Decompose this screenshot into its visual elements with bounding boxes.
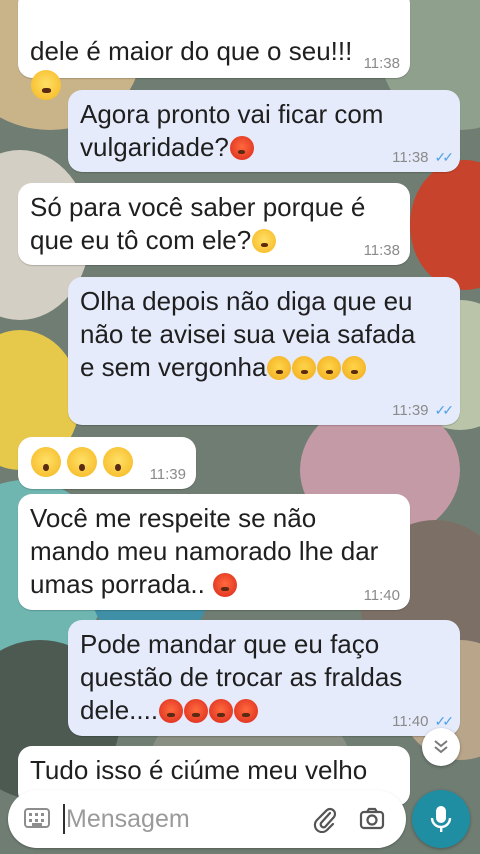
smirking-face-icon xyxy=(252,229,277,253)
message-incoming[interactable]: Só para você saber porque é que eu tô co… xyxy=(18,183,410,265)
angry-face-icon xyxy=(234,699,259,723)
message-text: Você me respeite se não mando meu namora… xyxy=(30,503,379,599)
steam-face-icon xyxy=(342,356,367,380)
read-receipt-icon: ✓✓ xyxy=(434,402,455,418)
message-meta: 11:39 ✓✓ xyxy=(392,402,455,419)
double-chevron-down-icon xyxy=(434,740,448,754)
message-meta: 11:38 ✓✓ xyxy=(392,149,455,166)
steam-face-icon xyxy=(292,356,317,380)
message-meta: 11:39 xyxy=(150,466,186,483)
angry-face-icon xyxy=(213,573,238,597)
message-incoming[interactable]: 11:39 xyxy=(18,437,196,489)
steam-face-icon xyxy=(317,356,342,380)
message-input[interactable]: Mensagem xyxy=(66,805,190,834)
message-time: 11:38 xyxy=(363,242,400,259)
message-text: Olha depois não diga que eu não te avise… xyxy=(80,286,416,382)
text-cursor xyxy=(63,804,65,834)
message-time: 11:39 xyxy=(149,466,186,483)
voice-record-button[interactable] xyxy=(412,790,470,848)
message-meta: 11:38 xyxy=(364,55,400,72)
astonished-face-icon xyxy=(31,447,61,477)
keyboard-icon[interactable] xyxy=(24,808,50,828)
astonished-face-icon xyxy=(103,447,134,477)
scroll-to-bottom-button[interactable] xyxy=(422,728,460,766)
angry-face-icon xyxy=(159,699,184,723)
steam-face-icon xyxy=(267,356,292,380)
grinning-face-icon xyxy=(31,70,61,100)
message-outgoing[interactable]: Pode mandar que eu faço questão de troca… xyxy=(68,620,460,736)
message-text: dele é maior do que o seu!!! xyxy=(30,36,353,66)
message-time: 11:40 xyxy=(363,587,400,604)
message-time: 11:38 xyxy=(392,149,429,166)
angry-face-icon xyxy=(209,699,234,723)
read-receipt-icon: ✓✓ xyxy=(434,149,455,165)
message-time: 11:38 xyxy=(363,55,400,72)
message-meta: 11:38 xyxy=(364,242,400,259)
message-time: 11:39 xyxy=(392,402,429,419)
message-composer[interactable]: Mensagem xyxy=(8,790,406,848)
message-time: 11:40 xyxy=(392,713,429,730)
message-meta: 11:40 xyxy=(364,587,400,604)
message-incoming[interactable]: dele é maior do que o seu!!! 11:38 xyxy=(18,0,410,100)
message-text: Tudo isso é ciúme meu velho xyxy=(30,755,368,785)
angry-face-icon xyxy=(184,699,209,723)
astonished-face-icon xyxy=(67,447,98,477)
message-list[interactable]: dele é maior do que o seu!!! 11:38 Agora… xyxy=(0,0,480,854)
paperclip-icon[interactable] xyxy=(312,805,338,833)
microphone-icon xyxy=(430,806,452,832)
message-incoming[interactable]: Você me respeite se não mando meu namora… xyxy=(18,494,410,610)
message-outgoing[interactable]: Agora pronto vai ficar com vulgaridade? … xyxy=(68,90,460,172)
camera-icon[interactable] xyxy=(358,805,386,833)
message-outgoing[interactable]: Olha depois não diga que eu não te avise… xyxy=(68,277,460,425)
angry-face-icon xyxy=(229,136,254,160)
message-text: Só para você saber porque é que eu tô co… xyxy=(30,192,366,255)
